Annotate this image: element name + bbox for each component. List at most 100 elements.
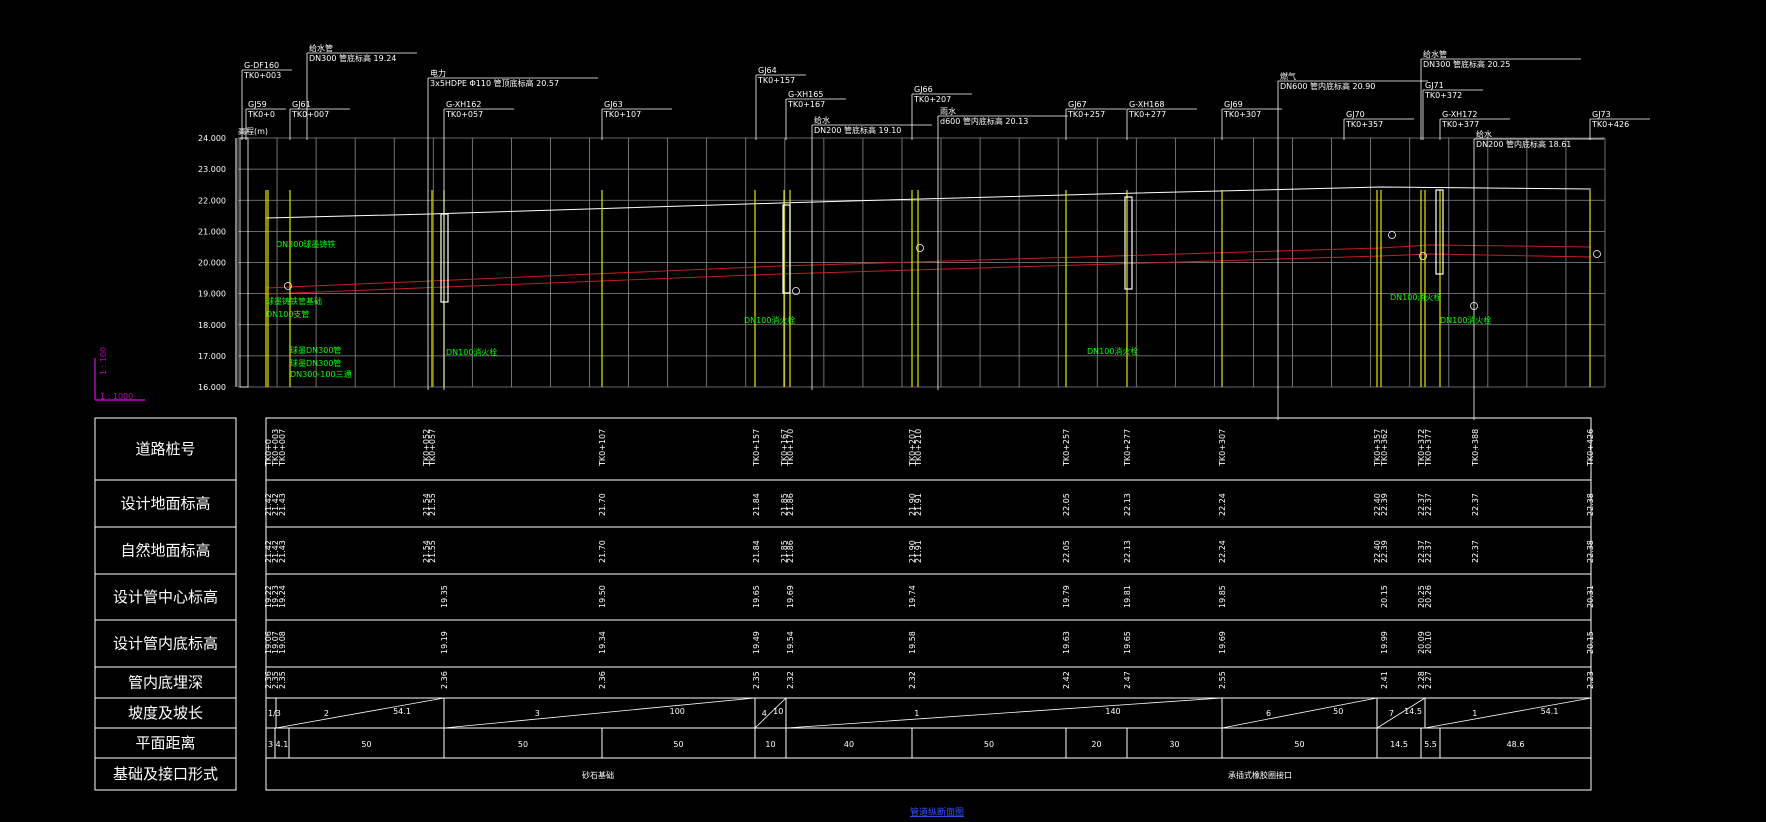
natural-ground-value: 22.37: [1471, 540, 1480, 563]
depth-value: 2.42: [1062, 671, 1071, 689]
distance-value: 3: [268, 740, 273, 749]
callout-text: GJ73: [1592, 110, 1611, 119]
design-ground-value: 22.38: [1586, 493, 1595, 516]
axis-tick-label: 18.000: [198, 321, 226, 330]
distance-value: 5.5: [1424, 740, 1437, 749]
row-label: 设计管中心标高: [113, 588, 218, 606]
depth-value: 2.47: [1123, 671, 1132, 689]
natural-ground-value: 21.84: [752, 540, 761, 563]
station-value: TK0+170: [786, 429, 795, 467]
note-text: DN100消火栓: [446, 347, 497, 357]
distance-value: 50: [984, 740, 994, 749]
callout-text: G-XH168: [1129, 100, 1164, 109]
row-label: 设计地面标高: [120, 495, 210, 513]
depth-value: 2.55: [1218, 671, 1227, 689]
note-text: DN100消火栓: [1390, 292, 1441, 302]
callout-text: 给水: [1476, 129, 1492, 139]
callout-text: 燃气: [1280, 71, 1296, 81]
manhole-marker: [1593, 250, 1601, 258]
pipe-center-value: 20.26: [1424, 585, 1433, 608]
design-ground-value: 22.39: [1380, 493, 1389, 516]
callout: 给水DN200 管底标高 19.10: [811, 115, 932, 390]
notes: DN300球墨铸铁球墨铸铁管基础 DN100消火栓 DN100支管 DN100消火栓 D…: [266, 239, 1491, 379]
depth-value: 2.23: [1586, 671, 1595, 689]
utility-verticals: [265, 189, 1601, 387]
depth-value: 2.35: [752, 671, 761, 689]
natural-ground-value: 21.86: [786, 540, 795, 563]
natural-ground-value: 22.39: [1380, 540, 1389, 563]
depth-value: 2.32: [786, 671, 795, 689]
depth-value: 2.41: [1380, 671, 1389, 689]
slope-value: 3: [535, 709, 540, 718]
row-label: 设计管内底标高: [113, 635, 218, 653]
pipe-box: [1124, 196, 1133, 290]
drawing-link[interactable]: 管道纵断面图: [910, 806, 964, 818]
callout-text: GJ67: [1068, 100, 1087, 109]
distance-value: 4.1: [276, 740, 289, 749]
slope-diagonal: [785, 697, 1223, 729]
slope-first: 1/3: [268, 709, 281, 718]
row-label: 坡度及坡长: [128, 704, 203, 722]
manhole-marker: [1388, 231, 1396, 239]
callout: GJ73TK0+426: [1589, 110, 1650, 140]
depth-value: 2.36: [598, 671, 607, 689]
callout-text: d600 管内底标高 20.13: [940, 116, 1028, 126]
distance-value: 10: [765, 740, 775, 749]
natural-ground-value: 21.43: [278, 540, 287, 563]
callout-text: TK0+377: [1441, 120, 1479, 129]
design-ground-line: [265, 186, 1592, 219]
callout: 给水DN200 管内底标高 18.61: [1473, 129, 1604, 420]
pipe-center-value: 19.74: [908, 585, 917, 608]
callout-text: 给水管: [309, 43, 333, 53]
station-value: TK0+362: [1380, 429, 1389, 467]
callout: 雨水d600 管内底标高 20.13: [937, 106, 1068, 390]
station-value: TK0+107: [598, 429, 607, 467]
natural-ground-value: 22.37: [1424, 540, 1433, 563]
pipe-invert-value: 19.99: [1380, 631, 1389, 654]
pipe-invert-value: 19.54: [786, 631, 795, 654]
callout: GJ69TK0+307: [1221, 100, 1282, 140]
callout-text: 给水管: [1423, 49, 1447, 59]
design-ground-value: 21.55: [428, 493, 437, 516]
callout-text: GJ69: [1224, 100, 1243, 109]
natural-ground-value: 22.24: [1218, 540, 1227, 563]
pipe-invert-value: 19.58: [908, 631, 917, 654]
callout: GJ63TK0+107: [601, 100, 672, 140]
design-ground-value: 22.05: [1062, 493, 1071, 516]
slope-diagonal: [443, 697, 756, 729]
axis-tick-label: 21.000: [198, 227, 226, 236]
depth-value: 2.32: [908, 671, 917, 689]
callout: GJ61TK0+007: [289, 100, 350, 140]
callout-text: 雨水: [940, 106, 956, 116]
design-ground-value: 21.43: [278, 493, 287, 516]
distance-value: 48.6: [1507, 740, 1525, 749]
row-label: 自然地面标高: [120, 542, 210, 560]
pipe-invert-value: 19.34: [598, 631, 607, 654]
callout-text: GJ59: [248, 100, 267, 109]
pipe-invert-value: 20.10: [1424, 631, 1433, 654]
callout-text: GJ64: [758, 66, 777, 75]
callout-text: TK0+107: [603, 110, 641, 119]
callout-text: TK0+257: [1067, 110, 1105, 119]
pipe-invert-value: 19.69: [1218, 631, 1227, 654]
callout-text: DN600 管内底标高 20.90: [1280, 81, 1375, 91]
callout: GJ70TK0+357: [1343, 110, 1414, 140]
station-value: TK0+007: [278, 429, 287, 467]
callout-text: DN200 管底标高 19.10: [814, 125, 901, 135]
design-ground-value: 21.86: [786, 493, 795, 516]
data-area: [265, 417, 1592, 791]
note-text: DN300-100三通: [290, 369, 352, 379]
axis-tick-label: 19.000: [198, 290, 226, 299]
slope-value: 4: [762, 709, 767, 718]
top-left-label: 高程(m): [238, 126, 268, 136]
pipe-lines: [265, 244, 1592, 295]
data-table: 道路桩号设计地面标高自然地面标高设计管中心标高设计管内底标高管内底埋深坡度及坡长…: [94, 417, 1595, 791]
callout: G-XH162TK0+057: [443, 100, 514, 390]
distance-value: 14.5: [1390, 740, 1408, 749]
design-ground-value: 22.24: [1218, 493, 1227, 516]
pipe-center-value: 19.24: [278, 585, 287, 608]
callout-text: DN300 管底标高 19.24: [309, 53, 396, 63]
slope-value: 6: [1266, 709, 1271, 718]
axis-tick-label: 24.000: [198, 134, 226, 143]
slope-value: 7: [1389, 709, 1394, 718]
